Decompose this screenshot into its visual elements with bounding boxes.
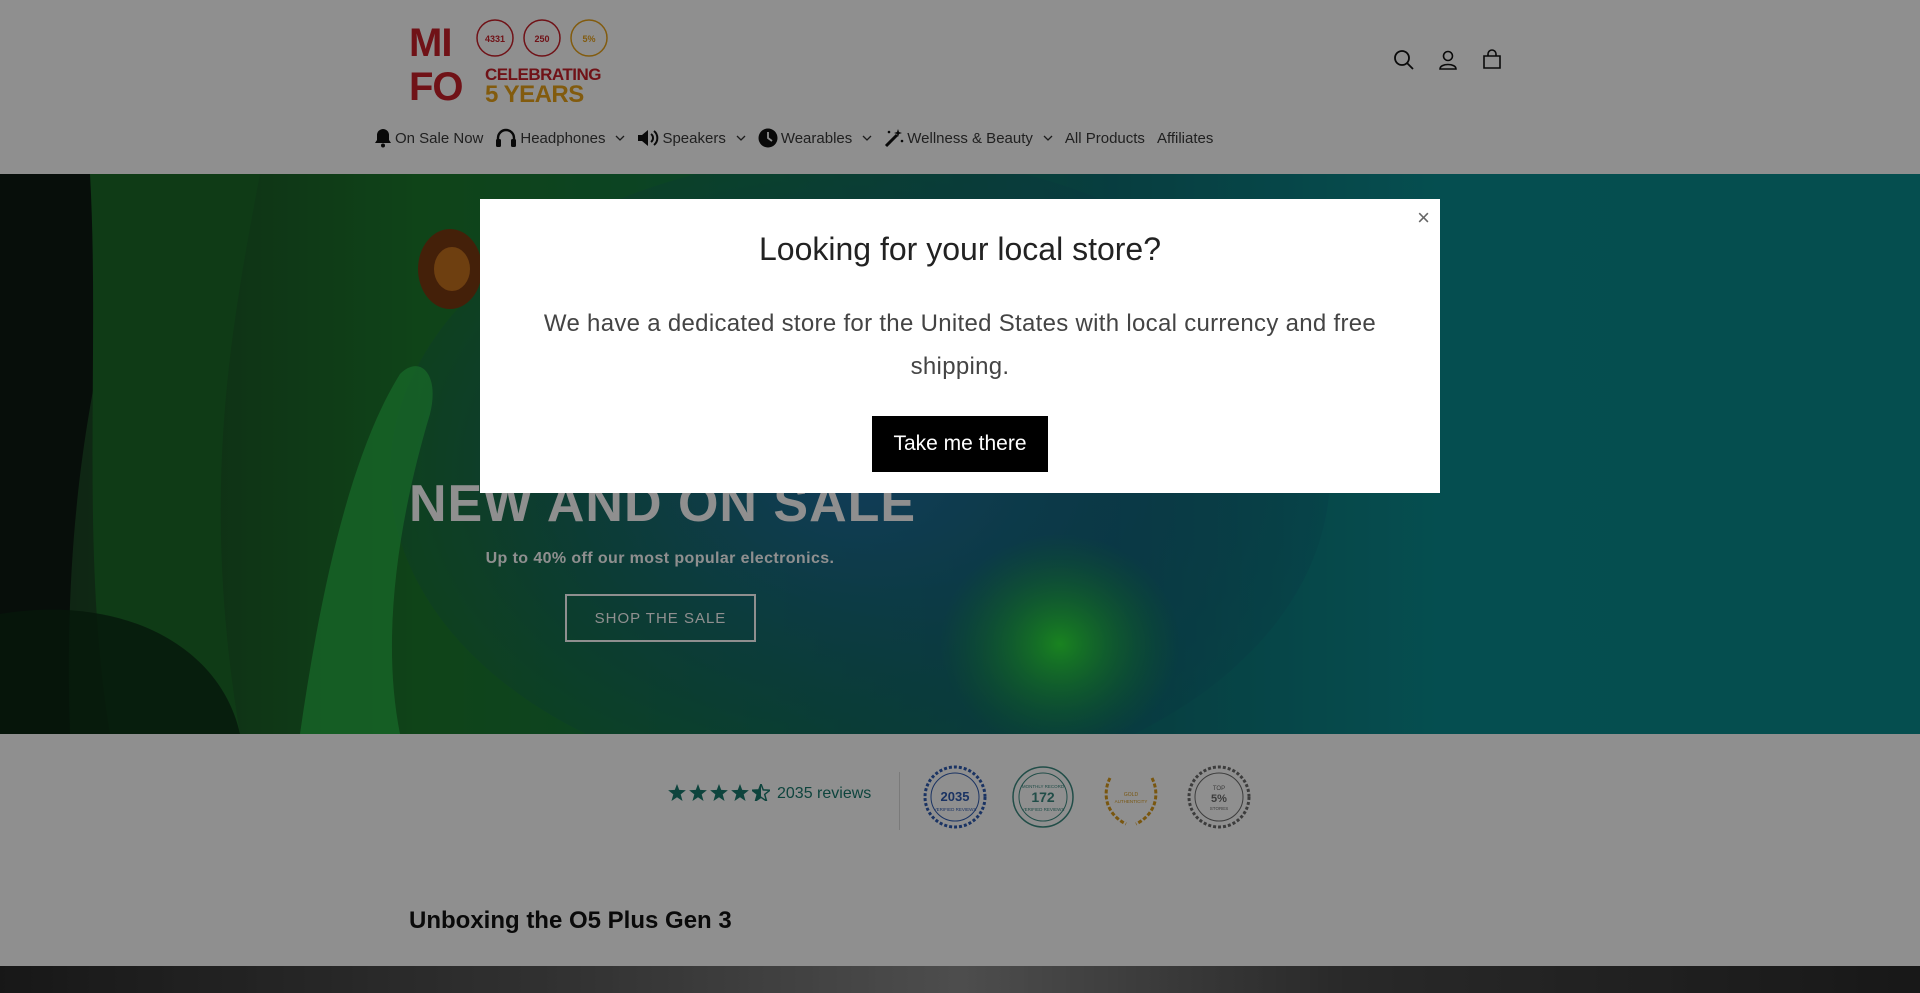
take-me-there-button[interactable]: Take me there <box>872 416 1048 472</box>
close-icon[interactable]: × <box>1417 207 1430 229</box>
modal-title: Looking for your local store? <box>759 231 1161 267</box>
local-store-modal: × Looking for your local store? We have … <box>480 199 1440 493</box>
modal-overlay[interactable] <box>0 0 1920 993</box>
modal-text: We have a dedicated store for the United… <box>543 310 1377 380</box>
